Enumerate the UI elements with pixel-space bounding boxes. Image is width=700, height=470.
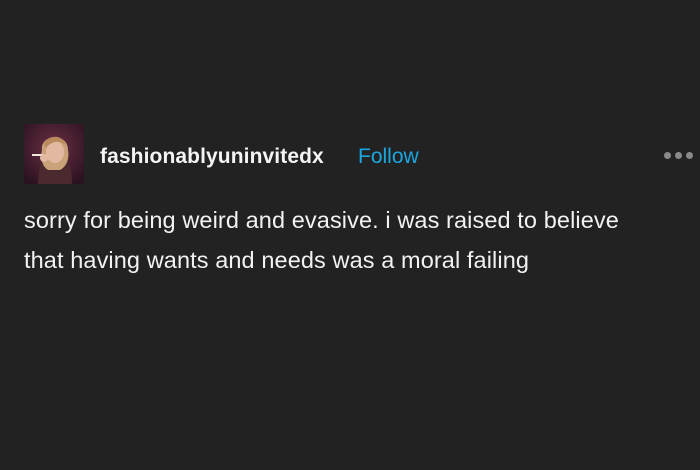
post-text: sorry for being weird and evasive. i was… <box>24 207 619 273</box>
post-header: fashionablyuninvitedx Follow <box>24 124 700 186</box>
follow-button[interactable]: Follow <box>358 145 419 169</box>
menu-dot <box>664 151 671 159</box>
menu-dot <box>686 151 693 159</box>
menu-dot <box>675 151 682 159</box>
avatar-image <box>24 124 84 184</box>
avatar[interactable] <box>24 124 84 184</box>
username[interactable]: fashionablyuninvitedx <box>100 145 324 169</box>
ellipsis-icon[interactable] <box>664 150 700 160</box>
post-card: fashionablyuninvitedx Follow sorry for b… <box>0 0 700 470</box>
